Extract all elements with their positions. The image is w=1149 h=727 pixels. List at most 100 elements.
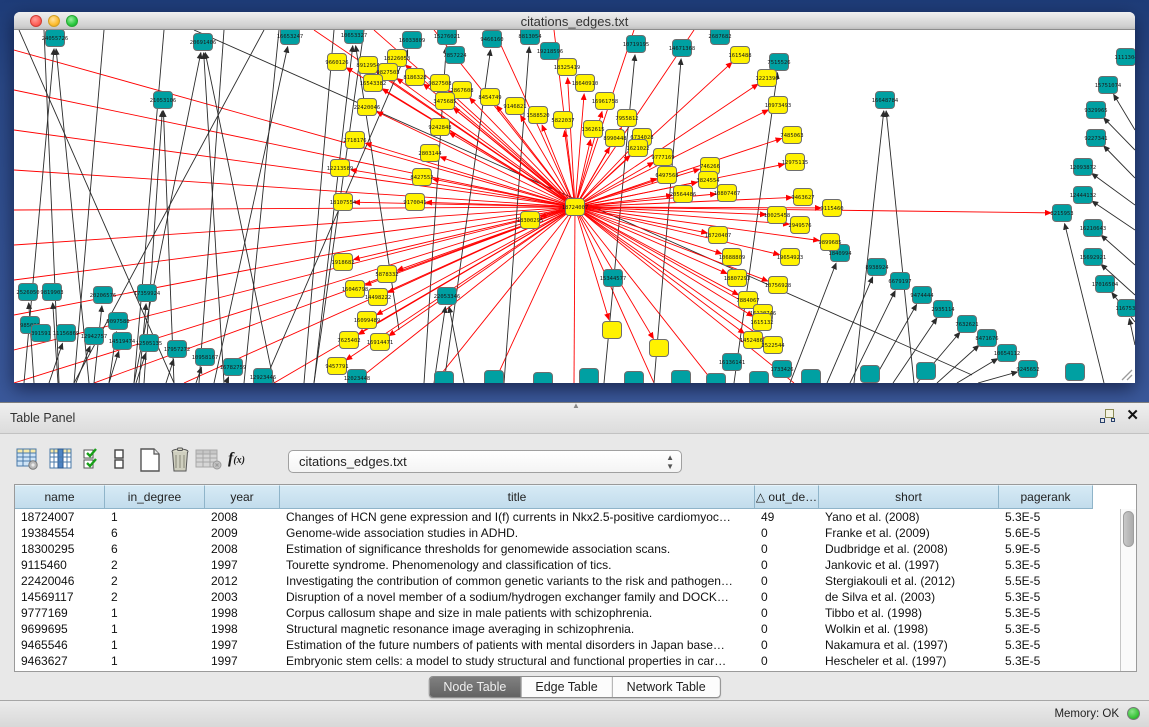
graph-node[interactable]	[603, 322, 622, 339]
graph-node[interactable]: 8813054	[518, 30, 542, 45]
graph-node[interactable]: 391591	[31, 325, 51, 342]
close-panel-icon[interactable]: ✕	[1126, 409, 1139, 423]
table-row[interactable]: 1456911722003Disruption of a novel membe…	[15, 589, 1120, 605]
graph-node[interactable]: 6497568	[655, 167, 678, 184]
graph-node[interactable]: 10719195	[623, 36, 650, 53]
graph-node[interactable]: 10025458	[764, 207, 791, 224]
tab-node-table[interactable]: Node Table	[429, 677, 521, 697]
graph-node[interactable]: 1621022	[626, 140, 649, 157]
table-row[interactable]: 2242004622012Investigating the contribut…	[15, 573, 1120, 589]
splitter-handle-icon[interactable]: ▲	[572, 401, 580, 410]
graph-node[interactable]: 7485063	[780, 127, 803, 144]
graph-node[interactable]: 8471676	[975, 330, 998, 347]
graph-node[interactable]: 16782759	[220, 359, 247, 376]
graph-node[interactable]: 10756928	[765, 277, 792, 294]
table-scrollbar-thumb[interactable]	[1123, 511, 1134, 547]
graph-node[interactable]: 19218596	[537, 43, 564, 60]
graph-node[interactable]: 1733426	[770, 361, 793, 378]
graph-node[interactable]: 18807293	[724, 270, 751, 287]
graph-node[interactable]: 9242848	[428, 119, 451, 136]
table-row[interactable]: 969969511998Structural magnetic resonanc…	[15, 621, 1120, 637]
graph-node[interactable]: 8454749	[478, 89, 501, 106]
graph-node[interactable]: 16136141	[719, 354, 746, 371]
graph-node[interactable]	[534, 373, 553, 384]
graph-node[interactable]: 9115460	[820, 200, 843, 217]
new-table-icon[interactable]	[137, 447, 163, 473]
graph-node[interactable]: 9899685	[818, 234, 841, 251]
graph-node[interactable]	[750, 372, 769, 384]
graph-node[interactable]: 10688809	[719, 249, 746, 266]
graph-node[interactable]: 1615488	[728, 47, 751, 64]
graph-node[interactable]: 10653327	[341, 30, 368, 44]
graph-node[interactable]: 22053346	[434, 288, 461, 305]
column-header-name[interactable]: name	[15, 485, 105, 509]
graph-node[interactable]	[435, 372, 454, 384]
graph-node[interactable]: 21053106	[150, 92, 177, 109]
graph-node[interactable]: 9777169	[651, 149, 674, 166]
graph-node[interactable]: 9329965	[1084, 102, 1107, 119]
graph-node[interactable]: 18724007	[562, 199, 589, 216]
column-header-in_degree[interactable]: in_degree	[105, 485, 205, 509]
graph-node[interactable]: 14498222	[365, 289, 392, 306]
graph-node[interactable]: 7632621	[955, 316, 978, 333]
graph-node[interactable]: 12444132	[1070, 187, 1097, 204]
graph-node[interactable]: 20564486	[670, 186, 697, 203]
graph-node[interactable]	[485, 371, 504, 384]
tab-network-table[interactable]: Network Table	[613, 677, 720, 697]
graph-node[interactable]: 19654923	[777, 249, 804, 266]
graph-node[interactable]	[1066, 364, 1085, 381]
graph-node[interactable]: 17016504	[1092, 276, 1119, 293]
table-scrollbar[interactable]	[1120, 509, 1136, 671]
graph-node[interactable]: 24055726	[42, 30, 69, 47]
graph-node[interactable]: 6679197	[888, 273, 911, 290]
graph-node[interactable]: 12093872	[1070, 159, 1097, 176]
column-header-out_de[interactable]: △ out_de…	[755, 485, 819, 509]
network-canvas[interactable]: 2405572620691406166532471065332716033809…	[14, 30, 1135, 383]
graph-node[interactable]: 15692921	[1080, 249, 1107, 266]
graph-node[interactable]: 18300295	[517, 212, 544, 229]
graph-node[interactable]: 9097588	[106, 313, 129, 330]
graph-node[interactable]: 18107554	[330, 194, 357, 211]
graph-node[interactable]: 12975115	[782, 154, 809, 171]
graph-node[interactable]: 12023448	[344, 370, 371, 384]
column-header-title[interactable]: title	[280, 485, 755, 509]
graph-node[interactable]: 9245652	[1016, 361, 1039, 378]
graph-node[interactable]: 15276021	[434, 30, 461, 45]
graph-node[interactable]: 18720407	[705, 227, 732, 244]
graph-node[interactable]: 1111304	[1114, 49, 1135, 66]
graph-node[interactable]: 2526050	[16, 284, 39, 301]
graph-node[interactable]: 9227341	[1084, 130, 1107, 147]
graph-node[interactable]: 14519474	[109, 333, 136, 350]
graph-node[interactable]	[580, 369, 599, 384]
table-panel-titlebar[interactable]: ▲ Table Panel ✕	[0, 403, 1149, 434]
column-visibility-icon[interactable]	[113, 447, 127, 471]
graph-node[interactable]: 7515526	[767, 54, 790, 71]
graph-node[interactable]: 16543382	[360, 75, 387, 92]
graph-node[interactable]: 16210643	[1080, 220, 1107, 237]
graph-node[interactable]: 15751074	[1095, 77, 1122, 94]
graph-node[interactable]: 12942757	[81, 328, 108, 345]
table-settings-icon[interactable]	[16, 447, 40, 471]
column-header-pagerank[interactable]: pagerank	[999, 485, 1093, 509]
graph-node[interactable]: 1167533	[1115, 300, 1135, 317]
graph-node[interactable]: 12505135	[136, 335, 163, 352]
graph-node[interactable]: 9170041	[403, 194, 426, 211]
memory-status-icon[interactable]	[1127, 707, 1140, 720]
graph-node[interactable]: 18640910	[572, 75, 599, 92]
graph-node[interactable]: 16033809	[399, 32, 426, 49]
graph-node[interactable]: 5878332	[375, 266, 398, 283]
graph-node[interactable]: 22420046	[354, 99, 381, 116]
float-window-icon[interactable]	[1100, 409, 1114, 423]
graph-node[interactable]: 8215953	[1050, 205, 1073, 222]
table-row[interactable]: 1872400712008Changes of HCN gene express…	[15, 509, 1120, 525]
graph-node[interactable]: 16099489	[354, 312, 381, 329]
graph-node[interactable]: 16648784	[872, 92, 899, 109]
graph-node[interactable]: 8990448	[603, 130, 626, 147]
graph-node[interactable]	[861, 366, 880, 383]
graph-node[interactable]: 10807467	[714, 185, 741, 202]
graph-node[interactable]: 1588520	[526, 107, 549, 124]
table-row[interactable]: 911546021997Tourette syndrome. Phenomeno…	[15, 557, 1120, 573]
graph-node[interactable]: 17359924	[134, 285, 161, 302]
network-window-titlebar[interactable]: citations_edges.txt	[14, 12, 1135, 30]
resize-grip-icon[interactable]	[1119, 367, 1133, 381]
